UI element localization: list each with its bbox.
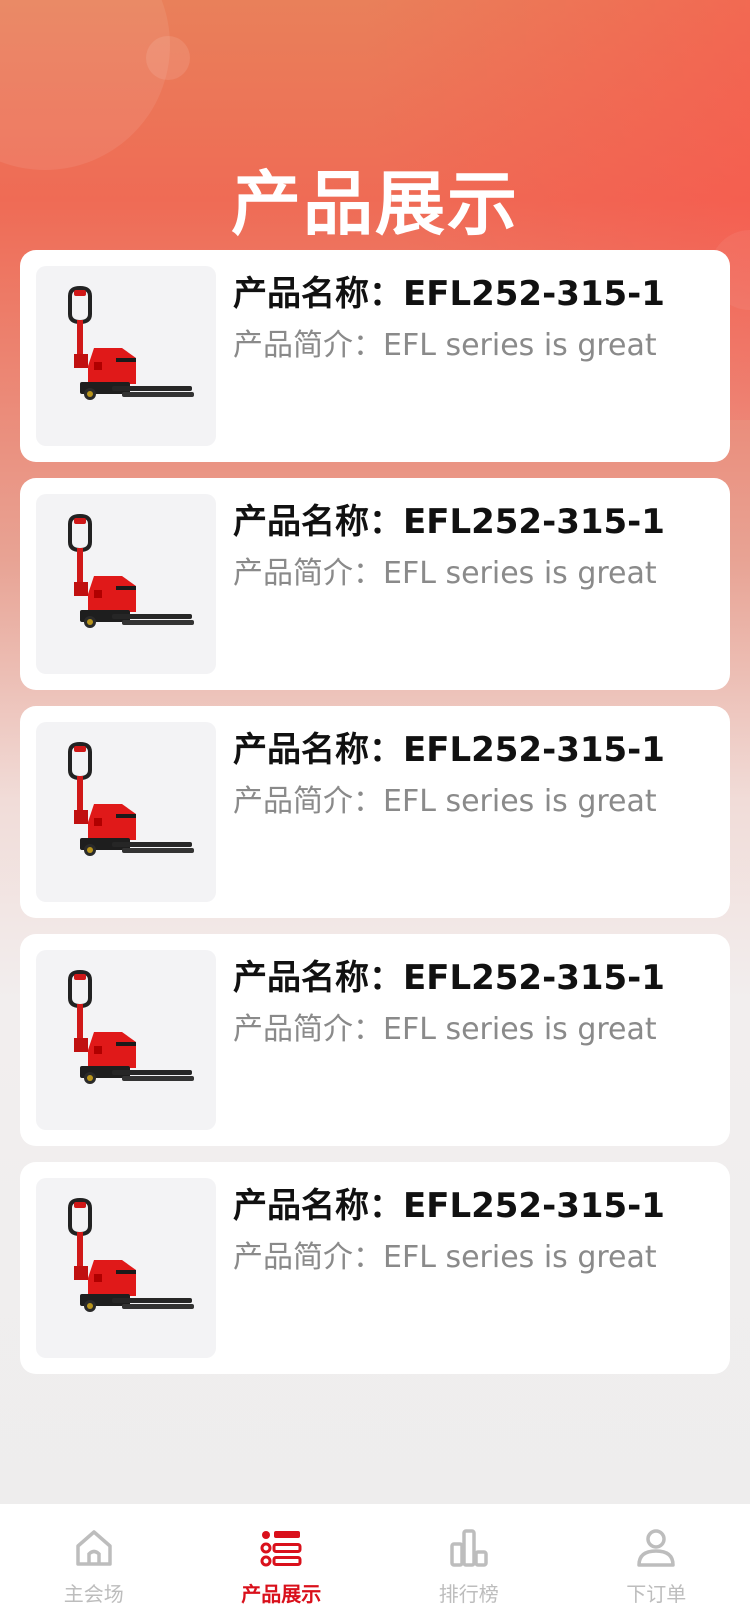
product-card[interactable]: 产品名称：EFL252-315-1 产品简介：EFL series is gre… <box>20 250 730 462</box>
pallet-truck-image <box>36 1178 216 1358</box>
tab-place-order[interactable]: 下订单 <box>563 1504 750 1624</box>
product-description: 产品简介：EFL series is great <box>233 784 657 819</box>
bottom-tab-bar: 主会场 产品展示 排行榜 下订单 <box>0 1504 750 1624</box>
product-card[interactable]: 产品名称：EFL252-315-1 产品简介：EFL series is gre… <box>20 1162 730 1374</box>
list-icon <box>260 1531 302 1567</box>
pallet-truck-image <box>36 266 216 446</box>
product-description: 产品简介：EFL series is great <box>233 328 657 363</box>
tab-label: 下订单 <box>626 1582 687 1606</box>
tab-label: 产品展示 <box>241 1582 322 1606</box>
home-icon <box>76 1530 112 1566</box>
product-name: 产品名称：EFL252-315-1 <box>233 274 665 314</box>
product-name: 产品名称：EFL252-315-1 <box>233 958 665 998</box>
tab-ranking[interactable]: 排行榜 <box>375 1504 563 1624</box>
decor-circle-small <box>146 36 190 80</box>
pallet-truck-image <box>36 722 216 902</box>
pallet-truck-image <box>36 950 216 1130</box>
tab-label: 主会场 <box>63 1582 124 1606</box>
user-icon <box>637 1529 675 1567</box>
bar-chart-icon <box>450 1529 488 1567</box>
page-title: 产品展示 <box>231 163 519 245</box>
decor-circle-large <box>0 0 170 170</box>
pallet-truck-image <box>36 494 216 674</box>
tab-product-showcase[interactable]: 产品展示 <box>188 1504 376 1624</box>
product-description: 产品简介：EFL series is great <box>233 1240 657 1275</box>
product-card[interactable]: 产品名称：EFL252-315-1 产品简介：EFL series is gre… <box>20 706 730 918</box>
product-card[interactable]: 产品名称：EFL252-315-1 产品简介：EFL series is gre… <box>20 478 730 690</box>
product-card[interactable]: 产品名称：EFL252-315-1 产品简介：EFL series is gre… <box>20 934 730 1146</box>
product-name: 产品名称：EFL252-315-1 <box>233 502 665 542</box>
product-name: 产品名称：EFL252-315-1 <box>233 1186 665 1226</box>
tab-label: 排行榜 <box>438 1582 499 1606</box>
product-list: 产品名称：EFL252-315-1 产品简介：EFL series is gre… <box>20 250 730 1390</box>
tab-main-venue[interactable]: 主会场 <box>0 1504 188 1624</box>
product-description: 产品简介：EFL series is great <box>233 556 657 591</box>
product-description: 产品简介：EFL series is great <box>233 1012 657 1047</box>
product-name: 产品名称：EFL252-315-1 <box>233 730 665 770</box>
